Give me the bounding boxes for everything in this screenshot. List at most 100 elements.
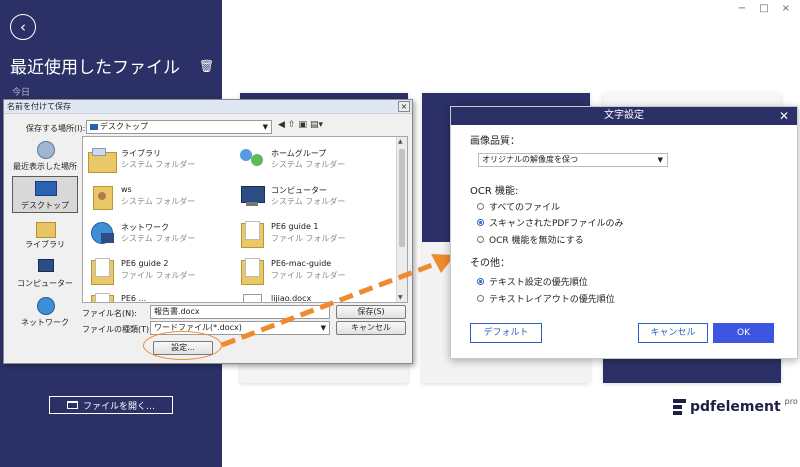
place-library[interactable]: ライブラリ — [12, 216, 78, 253]
list-item[interactable]: PE6 guide 2 ファイル フォルダー — [85, 254, 235, 288]
list-item[interactable]: ws システム フォルダー — [85, 180, 235, 214]
file-name: PE6-mac-guide — [271, 259, 332, 268]
scrollbar-thumb[interactable] — [399, 149, 405, 247]
filename-label: ファイル名(N): — [82, 309, 137, 318]
filetype-value: ワードファイル(*.docx) — [154, 323, 242, 332]
list-item[interactable]: ネットワーク システム フォルダー — [85, 217, 235, 251]
new-folder-icon[interactable]: ▣ — [298, 120, 307, 130]
file-list-scrollbar[interactable]: ▲ ▼ — [396, 137, 407, 302]
radio-button[interactable] — [477, 295, 484, 302]
folder-icon — [237, 257, 267, 285]
ok-button[interactable]: OK — [713, 323, 774, 343]
network-icon — [33, 296, 57, 316]
place-label: ライブラリ — [25, 240, 65, 249]
file-type: システム フォルダー — [271, 197, 346, 206]
file-type: システム フォルダー — [271, 160, 346, 169]
place-network[interactable]: ネットワーク — [12, 294, 78, 331]
file-list: ライブラリ システム フォルダー ホームグループ システム フォルダー ws シ… — [82, 136, 408, 303]
brand-tier: pro — [784, 397, 798, 406]
save-location-label: 保存する場所(I): — [26, 124, 86, 133]
other-option-label: テキストレイアウトの優先順位 — [489, 295, 615, 305]
list-item[interactable]: ライブラリ システム フォルダー — [85, 143, 235, 177]
chevron-down-icon: ▼ — [262, 123, 268, 131]
list-item[interactable]: ホームグループ システム フォルダー — [235, 143, 385, 177]
scroll-down-icon[interactable]: ▼ — [398, 294, 403, 301]
computer-icon — [33, 257, 57, 277]
file-name: ライブラリ — [121, 149, 161, 158]
desktop-icon — [33, 179, 57, 199]
save-dialog-titlebar: 名前を付けて保存 × — [4, 100, 412, 114]
place-recent[interactable]: 最近表示した場所 — [12, 138, 78, 175]
maximize-icon[interactable]: □ — [759, 3, 768, 14]
file-name: ホームグループ — [271, 149, 327, 158]
window-controls: − □ × — [738, 3, 790, 14]
text-settings-title: 文字設定 — [604, 110, 644, 121]
close-icon[interactable]: × — [782, 3, 790, 14]
list-item[interactable]: PE6 ... — [85, 289, 235, 303]
trash-icon[interactable]: 🗑 — [199, 59, 214, 73]
ocr-option-disable[interactable]: OCR 機能を無効にする — [477, 233, 584, 246]
image-quality-select[interactable]: オリジナルの解像度を保つ ▼ — [478, 153, 668, 167]
file-name: PE6 guide 2 — [121, 259, 169, 268]
desktop-icon — [90, 124, 98, 130]
library-icon — [33, 218, 57, 238]
back-arrow-icon: ‹ — [20, 17, 26, 36]
up-folder-icon[interactable]: ⇧ — [288, 120, 296, 130]
place-computer[interactable]: コンピューター — [12, 255, 78, 292]
view-menu-icon[interactable]: ▤▾ — [310, 120, 323, 130]
recent-icon — [33, 140, 57, 160]
text-settings-dialog: 文字設定 ✕ 画像品質： オリジナルの解像度を保つ ▼ OCR 機能: すべての… — [450, 106, 798, 359]
list-item[interactable]: コンピューター システム フォルダー — [235, 180, 385, 214]
file-name: コンピューター — [271, 186, 327, 195]
card-preview — [603, 355, 781, 383]
radio-button[interactable] — [477, 236, 484, 243]
pdfelement-logo-icon — [673, 399, 686, 415]
radio-button[interactable] — [477, 203, 484, 210]
open-file-button[interactable]: ファイルを開く… — [49, 396, 173, 414]
other-option-layout-priority[interactable]: テキストレイアウトの優先順位 — [477, 292, 615, 305]
ocr-option-label: すべてのファイル — [489, 203, 561, 213]
file-type: ファイル フォルダー — [121, 271, 196, 280]
places-bar: 最近表示した場所 デスクトップ ライブラリ コンピューター ネットワーク — [12, 136, 78, 336]
file-type: システム フォルダー — [121, 197, 196, 206]
place-desktop[interactable]: デスクトップ — [12, 176, 78, 213]
back-button[interactable]: ‹ — [10, 14, 36, 40]
save-location-select[interactable]: デスクトップ ▼ — [86, 120, 272, 134]
chevron-down-icon: ▼ — [320, 324, 326, 332]
back-icon[interactable]: ◀ — [278, 120, 285, 130]
ocr-option-label: スキャンされたPDFファイルのみ — [489, 219, 624, 229]
radio-button-selected[interactable] — [477, 219, 484, 226]
file-name: ネットワーク — [121, 223, 169, 232]
cancel-button[interactable]: キャンセル — [638, 323, 708, 343]
settings-button[interactable]: 設定... — [153, 341, 213, 355]
default-button[interactable]: デフォルト — [470, 323, 542, 343]
cancel-button[interactable]: キャンセル — [336, 321, 406, 335]
scroll-up-icon[interactable]: ▲ — [398, 138, 403, 145]
filename-input[interactable]: 報告書.docx — [150, 305, 330, 319]
file-name: lijiao.docx — [271, 294, 312, 303]
list-item[interactable]: PE6 guide 1 ファイル フォルダー — [235, 217, 385, 251]
save-location-value: デスクトップ — [100, 122, 148, 131]
file-name: PE6 ... — [121, 294, 147, 303]
place-label: ネットワーク — [21, 318, 69, 327]
radio-button-selected[interactable] — [477, 278, 484, 285]
word-doc-icon — [237, 292, 267, 302]
open-file-label: ファイルを開く… — [82, 401, 155, 412]
ocr-option-all[interactable]: すべてのファイル — [477, 200, 560, 213]
close-icon[interactable]: × — [398, 101, 410, 112]
close-icon[interactable]: ✕ — [779, 107, 789, 125]
computer-icon — [237, 183, 267, 209]
filetype-label: ファイルの種類(T): — [82, 325, 152, 334]
list-item[interactable]: lijiao.docx — [235, 289, 385, 303]
minimize-icon[interactable]: − — [738, 3, 746, 14]
ocr-option-label: OCR 機能を無効にする — [489, 236, 584, 246]
place-label: コンピューター — [17, 279, 73, 288]
folder-toolbar: ◀ ⇧ ▣ ▤▾ — [278, 120, 323, 130]
ocr-option-scanned[interactable]: スキャンされたPDFファイルのみ — [477, 216, 624, 229]
other-option-text-priority[interactable]: テキスト設定の優先順位 — [477, 275, 588, 288]
save-button[interactable]: 保存(S) — [336, 305, 406, 319]
image-quality-value: オリジナルの解像度を保つ — [482, 155, 578, 164]
brand-logo: pdfelement pro — [673, 397, 798, 415]
list-item[interactable]: PE6-mac-guide ファイル フォルダー — [235, 254, 385, 288]
folder-icon — [237, 220, 267, 248]
